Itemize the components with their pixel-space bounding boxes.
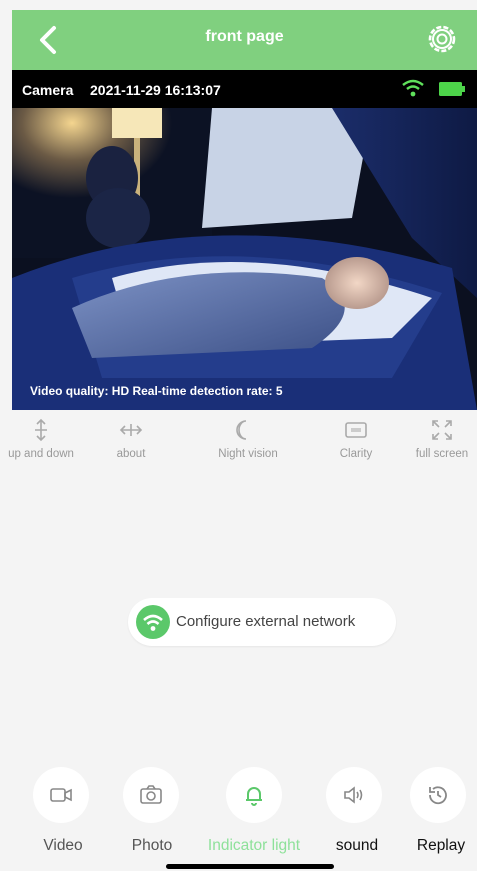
page-title: front page bbox=[205, 28, 284, 45]
control-night-vision[interactable]: Night vision bbox=[198, 418, 298, 461]
video-label: Video bbox=[43, 837, 83, 854]
sound-button[interactable] bbox=[326, 767, 382, 823]
control-full-screen[interactable]: full screen bbox=[408, 418, 476, 461]
replay-label: Replay bbox=[416, 837, 466, 854]
full-screen-icon bbox=[432, 420, 452, 440]
speaker-icon bbox=[344, 786, 363, 804]
settings-button[interactable] bbox=[423, 20, 461, 58]
sound-label: sound bbox=[335, 837, 379, 854]
control-clarity[interactable]: Clarity bbox=[318, 418, 394, 461]
photo-label: Photo bbox=[131, 837, 173, 854]
indicator-light-button[interactable] bbox=[226, 767, 282, 823]
photo-button[interactable] bbox=[123, 767, 179, 823]
left-right-arrows-icon bbox=[119, 424, 143, 436]
indicator-light-label: Indicator light bbox=[207, 837, 301, 854]
battery-icon bbox=[439, 82, 465, 96]
wifi-icon bbox=[143, 614, 163, 631]
camera-label: Camera bbox=[22, 82, 74, 98]
bell-icon bbox=[246, 787, 262, 806]
configure-network-label: Configure external network bbox=[176, 613, 356, 630]
hd-icon bbox=[345, 422, 367, 438]
control-label: full screen bbox=[415, 448, 469, 460]
app-header: front page bbox=[12, 10, 477, 70]
network-icon-badge bbox=[136, 605, 170, 639]
configure-network-button[interactable]: Configure external network bbox=[128, 598, 396, 646]
replay-button[interactable] bbox=[410, 767, 466, 823]
control-about[interactable]: about bbox=[100, 418, 162, 461]
control-label: up and down bbox=[8, 448, 74, 460]
gear-icon bbox=[428, 25, 456, 53]
home-indicator bbox=[166, 864, 334, 869]
history-icon bbox=[429, 786, 447, 805]
nursery-camera-image bbox=[12, 108, 477, 410]
up-down-arrows-icon bbox=[35, 418, 47, 442]
wifi-icon bbox=[402, 79, 424, 97]
video-quality-text: Video quality: HD Real-time detection ra… bbox=[30, 384, 283, 398]
video-status-bar: Camera 2021-11-29 16:13:07 bbox=[12, 70, 477, 108]
moon-icon bbox=[236, 420, 247, 440]
video-camera-icon bbox=[50, 788, 72, 802]
control-label: Clarity bbox=[339, 448, 373, 460]
camera-timestamp: 2021-11-29 16:13:07 bbox=[90, 82, 221, 98]
video-controls: up and down about Night vision Clarity f… bbox=[0, 418, 477, 498]
control-label: Night vision bbox=[218, 448, 278, 460]
video-button[interactable] bbox=[33, 767, 89, 823]
control-label: about bbox=[116, 448, 146, 460]
video-feed[interactable]: Camera 2021-11-29 16:13:07 Video quality… bbox=[12, 70, 477, 410]
control-up-and-down[interactable]: up and down bbox=[8, 418, 74, 461]
camera-icon bbox=[140, 785, 162, 804]
